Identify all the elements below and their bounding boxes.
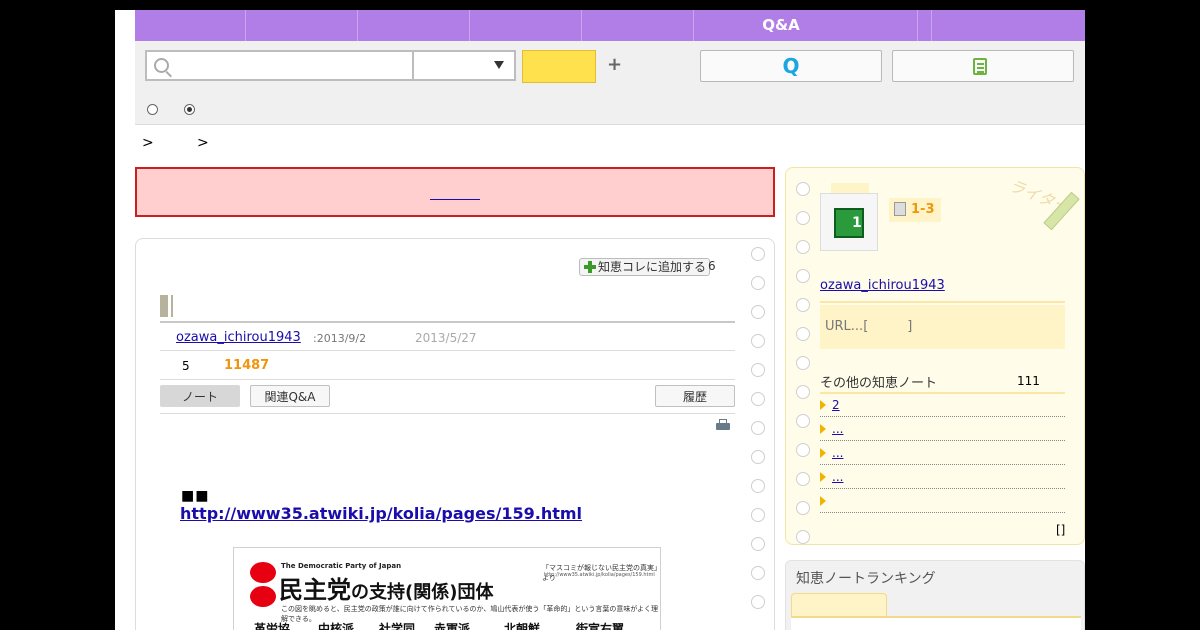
divider: [160, 350, 735, 351]
chevron-down-icon: [494, 61, 504, 69]
note-icon: [894, 202, 906, 216]
note-link[interactable]: ...: [832, 422, 843, 436]
nav-item[interactable]: [581, 10, 694, 41]
add-to-collection-button[interactable]: 知恵コレに追加する: [579, 258, 711, 276]
body-marks: ■■: [181, 488, 210, 504]
divider: [160, 379, 735, 380]
bullet-icon: [820, 496, 826, 506]
divider: [160, 321, 735, 323]
title-marker: [171, 295, 173, 317]
writer-avatar: 1: [820, 193, 878, 251]
nav-item[interactable]: [917, 10, 932, 41]
page: Q&A + Q > > 知恵コレに追加する 6 ozawa_ichirou194…: [115, 10, 1085, 630]
top-nav: Q&A: [135, 10, 1085, 41]
created-date: :2013/9/2: [313, 332, 367, 345]
other-notes-count: 111: [1017, 374, 1040, 388]
url-box: URL...[ ]: [820, 305, 1065, 349]
title-marker: [160, 295, 168, 317]
writer-sidebar: 1 1-3 ライター ozawa_ichirou1943 URL...[ ] そ…: [785, 167, 1085, 545]
alert-link[interactable]: [430, 185, 480, 200]
poster-image: The Democratic Party of Japan 民主党の支持(関係)…: [233, 547, 661, 630]
note-icon: [973, 58, 987, 75]
search-scope-radio-1[interactable]: [147, 104, 158, 115]
print-icon[interactable]: [716, 419, 730, 431]
view-count: 11487: [224, 358, 270, 373]
updated-date: 2013/5/27: [415, 331, 477, 345]
search-scope-radio-2[interactable]: [184, 104, 195, 115]
q-icon: Q: [782, 54, 800, 78]
add-to-collection-label: 知恵コレに追加する: [598, 260, 707, 274]
collection-count: 6: [708, 259, 716, 273]
book-icon: 1: [834, 208, 864, 238]
tab-note[interactable]: ノート: [160, 385, 240, 407]
nav-item[interactable]: [805, 10, 918, 41]
ranking-body: [791, 616, 1081, 630]
tab-related-qa[interactable]: 関連Q&A: [250, 385, 330, 407]
category-select[interactable]: [412, 50, 516, 81]
bullet-icon: [820, 448, 826, 458]
plus-icon[interactable]: +: [607, 54, 622, 75]
note-link[interactable]: 2: [832, 398, 840, 412]
divider: [820, 301, 1065, 303]
ranking-tab-1[interactable]: [791, 593, 887, 617]
note-link[interactable]: ...: [832, 446, 843, 460]
search-bar: + Q: [135, 41, 1085, 125]
author-link[interactable]: ozawa_ichirou1943: [176, 330, 301, 345]
writer-level-badge: 1-3: [889, 198, 941, 222]
breadcrumb-separator: >: [142, 135, 154, 151]
body-link[interactable]: http://www35.atwiki.jp/kolia/pages/159.h…: [180, 504, 582, 523]
divider: [160, 413, 735, 414]
list-item: 2: [820, 393, 1065, 417]
search-button[interactable]: [522, 50, 596, 83]
breadcrumb-separator: >: [197, 135, 209, 151]
nav-item[interactable]: [135, 10, 246, 41]
other-notes-label: その他の知恵ノート: [820, 376, 938, 391]
poster-english-title: The Democratic Party of Japan: [281, 562, 402, 570]
tab-history[interactable]: 履歴: [655, 385, 735, 407]
ask-question-button[interactable]: Q: [700, 50, 882, 82]
write-note-button[interactable]: [892, 50, 1074, 82]
bullet-icon: [820, 424, 826, 434]
ranking-title: 知恵ノートランキング: [796, 571, 936, 587]
search-icon: [154, 58, 169, 73]
nav-item[interactable]: [469, 10, 582, 41]
list-item: ...: [820, 417, 1065, 441]
note-link[interactable]: ...: [832, 470, 843, 484]
sidebar-author-link[interactable]: ozawa_ichirou1943: [820, 278, 945, 293]
more-link[interactable]: []: [1056, 523, 1065, 537]
nav-item[interactable]: [245, 10, 358, 41]
dpj-logo: [250, 562, 276, 608]
note-panel: 知恵コレに追加する 6 ozawa_ichirou1943 :2013/9/2 …: [135, 238, 775, 630]
list-item: ...: [820, 465, 1065, 489]
alert-banner: [135, 167, 775, 217]
list-item: [820, 489, 1065, 513]
ranking-tab-2[interactable]: [888, 593, 984, 618]
bullet-icon: [820, 472, 826, 482]
list-item: ...: [820, 441, 1065, 465]
poster-url: http://www35.atwiki.jp/kolia/pages/159.h…: [544, 572, 655, 578]
bullet-icon: [820, 400, 826, 410]
plus-icon: [584, 261, 596, 273]
nav-item[interactable]: [357, 10, 470, 41]
stat-count: 5: [182, 359, 190, 373]
poster-title: 民主党の支持(関係)団体: [279, 576, 494, 604]
ranking-panel: 知恵ノートランキング: [785, 560, 1085, 630]
